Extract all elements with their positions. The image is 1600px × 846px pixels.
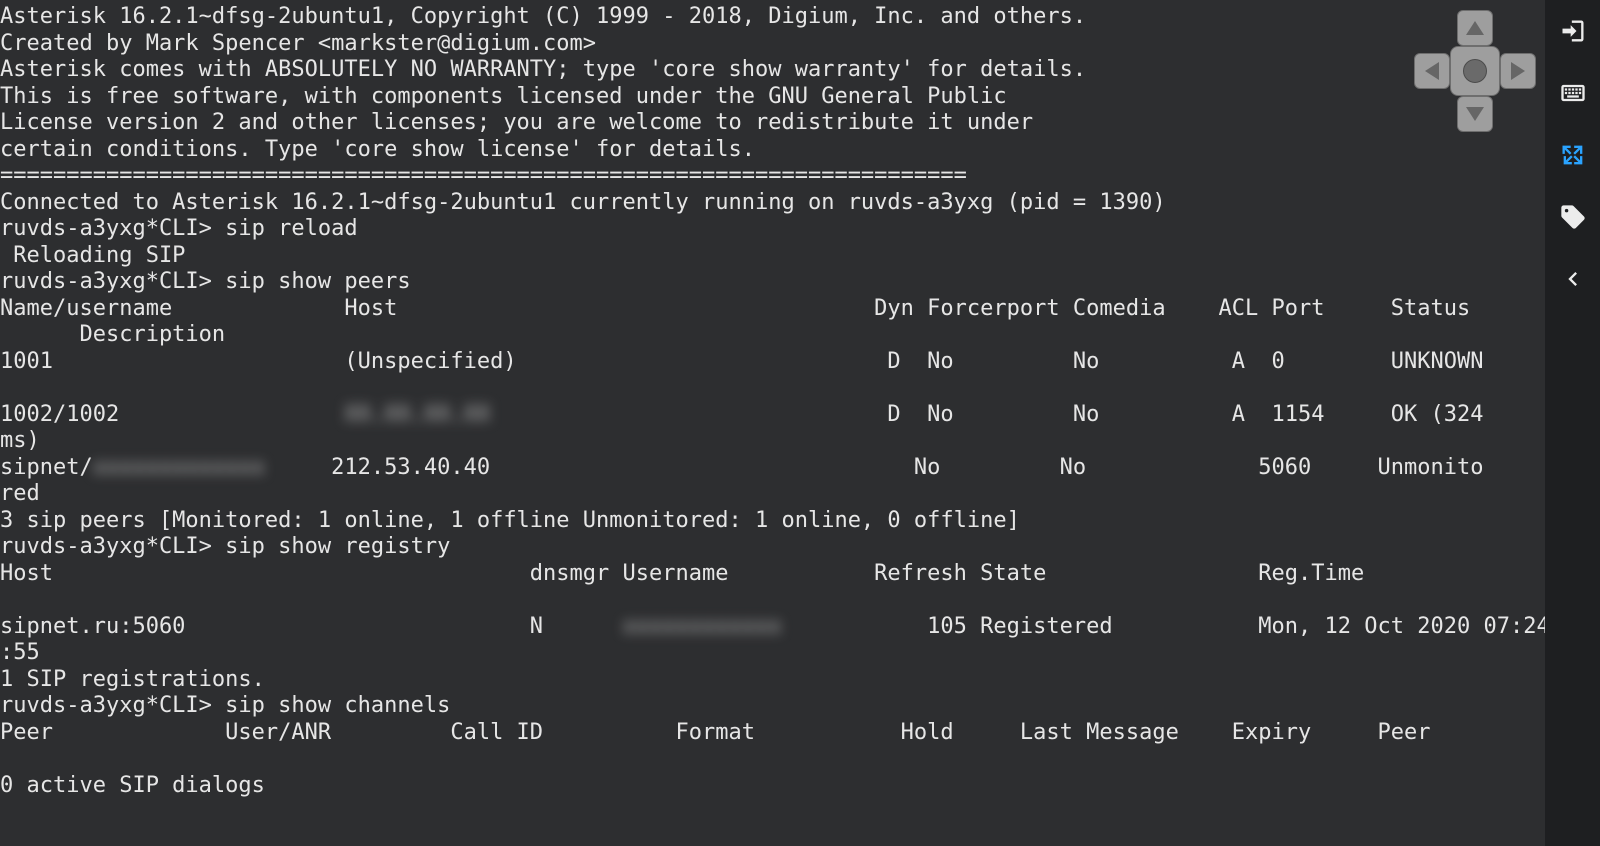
line: ruvds-a3yxg*CLI> sip reload bbox=[0, 216, 358, 241]
line: 1 SIP registrations. bbox=[0, 667, 265, 692]
line: Description bbox=[0, 322, 225, 347]
line: ms) bbox=[0, 428, 40, 453]
line: Asterisk comes with ABSOLUTELY NO WARRAN… bbox=[0, 57, 1086, 82]
line: ruvds-a3yxg*CLI> sip show registry bbox=[0, 534, 450, 559]
line: Reloading SIP bbox=[0, 243, 185, 268]
line: This is free software, with components l… bbox=[0, 84, 1007, 109]
line: Connected to Asterisk 16.2.1~dfsg-2ubunt… bbox=[0, 190, 1166, 215]
line: Asterisk 16.2.1~dfsg-2ubuntu1, Copyright… bbox=[0, 4, 1086, 29]
chevron-left-icon bbox=[1559, 265, 1587, 293]
line: 3 sip peers [Monitored: 1 online, 1 offl… bbox=[0, 508, 1020, 533]
dpad-up-button[interactable] bbox=[1457, 10, 1493, 46]
keyboard-icon bbox=[1559, 79, 1587, 107]
tag-button[interactable] bbox=[1545, 186, 1600, 248]
line: ========================================… bbox=[0, 163, 967, 188]
dpad bbox=[1410, 6, 1540, 136]
tag-icon bbox=[1559, 203, 1587, 231]
redacted-username: xxxxxxxxxxxxx bbox=[93, 455, 265, 480]
terminal-output[interactable]: Asterisk 16.2.1~dfsg-2ubuntu1, Copyright… bbox=[0, 4, 1505, 799]
line: ruvds-a3yxg*CLI> sip show peers bbox=[0, 269, 411, 294]
line: sipnet.ru:5060 N xxxxxxxxxxxx 105 Regist… bbox=[0, 614, 1550, 639]
dpad-right-button[interactable] bbox=[1500, 53, 1536, 89]
right-toolbar bbox=[1545, 0, 1600, 846]
line: 1001 (Unspecified) D No No A 0 UNKNOWN bbox=[0, 349, 1483, 374]
line: Peer User/ANR Call ID Format Hold Last M… bbox=[0, 720, 1430, 745]
redacted-username: xxxxxxxxxxxx bbox=[623, 614, 782, 639]
line: Host dnsmgr Username Refresh State Reg.T… bbox=[0, 561, 1364, 586]
line: :55 bbox=[0, 640, 40, 665]
line: 0 active SIP dialogs bbox=[0, 773, 265, 798]
dpad-down-button[interactable] bbox=[1457, 96, 1493, 132]
line: Name/username Host Dyn Forcerport Comedi… bbox=[0, 296, 1470, 321]
redacted-ip: XX.XX.XX.XX bbox=[344, 402, 490, 427]
line: 1002/1002 XX.XX.XX.XX D No No A 1154 OK … bbox=[0, 402, 1497, 427]
fullscreen-icon bbox=[1559, 141, 1587, 169]
dpad-center-button[interactable] bbox=[1450, 46, 1500, 96]
line: red bbox=[0, 481, 40, 506]
line: sipnet/xxxxxxxxxxxxx 212.53.40.40 No No … bbox=[0, 455, 1483, 480]
dpad-left-button[interactable] bbox=[1414, 53, 1450, 89]
back-button[interactable] bbox=[1545, 248, 1600, 310]
line: certain conditions. Type 'core show lice… bbox=[0, 137, 755, 162]
exit-icon bbox=[1559, 17, 1587, 45]
exit-button[interactable] bbox=[1545, 0, 1600, 62]
keyboard-button[interactable] bbox=[1545, 62, 1600, 124]
line: Created by Mark Spencer <markster@digium… bbox=[0, 31, 596, 56]
line: License version 2 and other licenses; yo… bbox=[0, 110, 1033, 135]
fullscreen-button[interactable] bbox=[1545, 124, 1600, 186]
line: ruvds-a3yxg*CLI> sip show channels bbox=[0, 693, 450, 718]
